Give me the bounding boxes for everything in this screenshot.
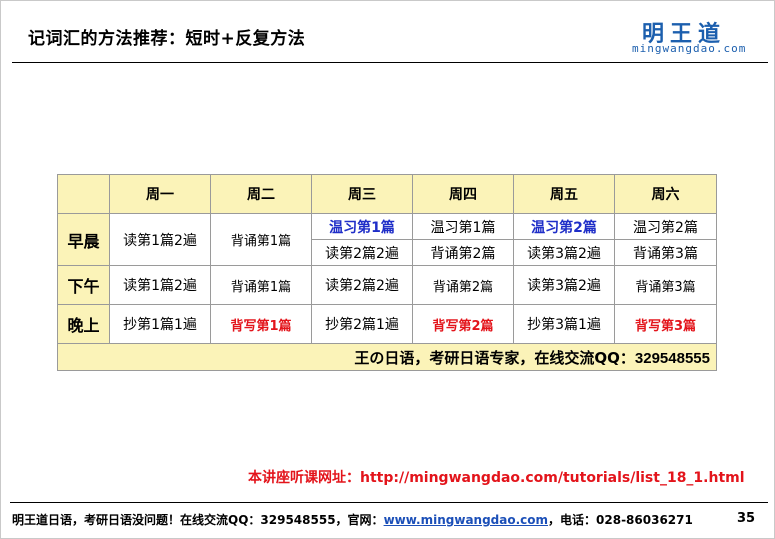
- cell-evening-thu: 背写第2篇: [412, 304, 514, 344]
- header-row: 周一 周二 周三 周四 周五 周六: [57, 174, 717, 214]
- lecture-url-link[interactable]: 本讲座听课网址：http://mingwangdao.com/tutorials…: [248, 467, 745, 487]
- cell-evening-mon: 抄第1篇1遍: [109, 304, 211, 344]
- cell-morning-mon: 读第1篇2遍: [109, 213, 211, 266]
- slide-title: 记词汇的方法推荐：短时+反复方法: [28, 29, 306, 49]
- cell-morning-sat-review: 温习第2篇: [614, 213, 717, 240]
- cell-morning-wed-task: 读第2篇2遍: [311, 239, 413, 266]
- cell-morning-tue: 背诵第1篇: [210, 213, 312, 266]
- afternoon-row: 下午 读第1篇2遍 背诵第1篇 读第2篇2遍 背诵第2篇 读第3篇2遍 背诵第3…: [57, 265, 717, 305]
- morning-row-top: 早晨 读第1篇2遍 背诵第1篇 温习第1篇 温习第1篇 温习第2篇 温习第2篇: [57, 213, 717, 266]
- logo-en-text: mingwangdao.com: [632, 42, 747, 55]
- row-label-evening: 晚上: [57, 304, 110, 344]
- day-header-fri: 周五: [513, 174, 615, 214]
- table-footer-text: 王の日语，考研日语专家，在线交流QQ：: [354, 348, 635, 367]
- corner-cell: [57, 174, 110, 214]
- table-footer-blank: [57, 343, 110, 371]
- day-header-thu: 周四: [412, 174, 514, 214]
- table-footer-banner: 王の日语，考研日语专家，在线交流QQ：329548555: [109, 343, 717, 371]
- cell-morning-thu-review: 温习第1篇: [412, 213, 514, 240]
- brand-logo: 明王道 mingwangdao.com: [630, 16, 770, 60]
- cell-afternoon-mon: 读第1篇2遍: [109, 265, 211, 305]
- footer-suffix: ，电话：028-86036271: [548, 513, 693, 527]
- footer-bar: 明王道日语，考研日语没问题！在线交流QQ：329548555，官网：www.mi…: [12, 511, 693, 528]
- cell-afternoon-thu: 背诵第2篇: [412, 265, 514, 305]
- cell-morning-fri-task: 读第3篇2遍: [513, 239, 615, 266]
- cell-morning-sat-task: 背诵第3篇: [614, 239, 717, 266]
- day-header-wed: 周三: [311, 174, 413, 214]
- cell-evening-tue: 背写第1篇: [210, 304, 312, 344]
- cell-morning-fri-review: 温习第2篇: [513, 213, 615, 240]
- table-footer-qq: 329548555: [634, 349, 710, 367]
- evening-row: 晚上 抄第1篇1遍 背写第1篇 抄第2篇1遍 背写第2篇 抄第3篇1遍 背写第3…: [57, 304, 717, 344]
- table-footer-row: 王の日语，考研日语专家，在线交流QQ：329548555: [57, 343, 717, 371]
- page-number: 35: [737, 511, 756, 526]
- cell-morning-thu-task: 背诵第2篇: [412, 239, 514, 266]
- cell-evening-sat: 背写第3篇: [614, 304, 717, 344]
- cell-afternoon-tue: 背诵第1篇: [210, 265, 312, 305]
- cell-evening-wed: 抄第2篇1遍: [311, 304, 413, 344]
- cell-morning-wed-review: 温习第1篇: [311, 213, 413, 240]
- study-schedule-table: 周一 周二 周三 周四 周五 周六 早晨 读第1篇2遍 背诵第1篇 温习第1篇 …: [57, 174, 717, 371]
- footer-site-link[interactable]: www.mingwangdao.com: [384, 513, 548, 527]
- day-header-sat: 周六: [614, 174, 717, 214]
- row-label-afternoon: 下午: [57, 265, 110, 305]
- footer-divider: [10, 502, 768, 503]
- title-divider: [12, 62, 768, 63]
- cell-afternoon-sat: 背诵第3篇: [614, 265, 717, 305]
- footer-prefix: 明王道日语，考研日语没问题！在线交流QQ：329548555，官网：: [12, 513, 384, 527]
- day-header-tue: 周二: [210, 174, 312, 214]
- cell-evening-fri: 抄第3篇1遍: [513, 304, 615, 344]
- cell-afternoon-wed: 读第2篇2遍: [311, 265, 413, 305]
- cell-afternoon-fri: 读第3篇2遍: [513, 265, 615, 305]
- row-label-morning: 早晨: [57, 213, 110, 266]
- day-header-mon: 周一: [109, 174, 211, 214]
